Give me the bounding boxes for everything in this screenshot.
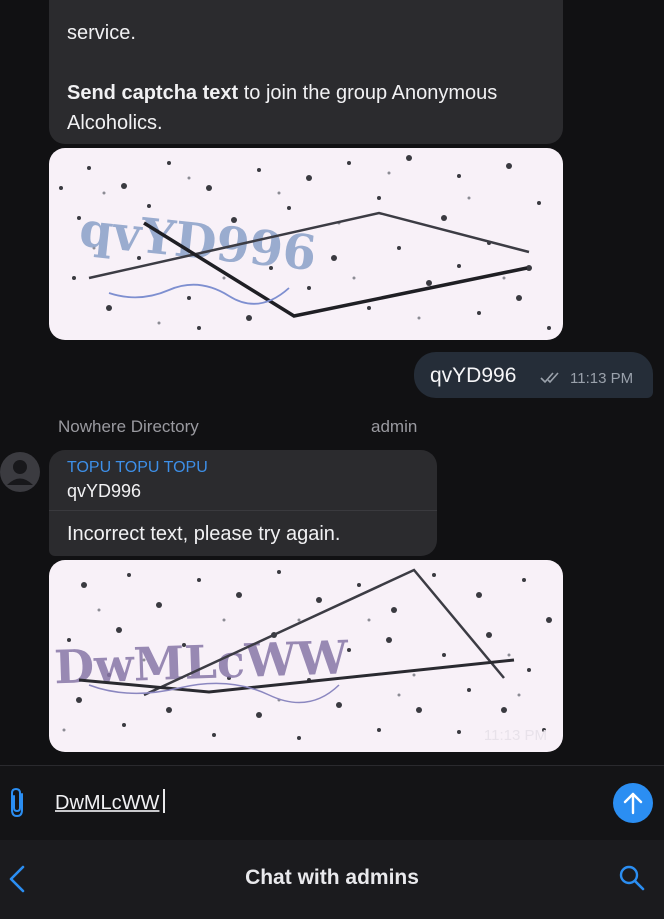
captcha-image[interactable]: DwMLcWW 11:13 PM — [49, 560, 563, 752]
send-button[interactable] — [613, 783, 653, 823]
message-line: Send captcha text to join the group Anon… — [49, 78, 565, 138]
chat-history[interactable]: service. Send captcha text to join the g… — [0, 0, 664, 765]
message-composer — [0, 765, 664, 841]
admin-reply-message[interactable]: TOPU TOPU TOPU qvYD996 Incorrect text, p… — [49, 450, 437, 556]
text-caret — [163, 789, 165, 813]
message-text: Incorrect text, please try again. — [67, 523, 341, 545]
message-input[interactable] — [55, 789, 575, 817]
chat-title: Chat with admins — [245, 866, 419, 889]
quoted-text[interactable]: qvYD996 — [67, 481, 141, 502]
quoted-sender[interactable]: TOPU TOPU TOPU — [67, 459, 208, 477]
message-time: 11:13 PM — [483, 727, 547, 744]
quote-divider — [49, 510, 437, 511]
bold-instruction: Send captcha text — [67, 82, 239, 104]
captcha-image[interactable]: qvYD996 — [49, 148, 563, 340]
paperclip-icon[interactable] — [6, 786, 30, 820]
outgoing-text: qvYD996 — [430, 364, 517, 387]
double-check-icon — [540, 372, 559, 384]
bottom-navigation-bar: Chat with admins — [0, 840, 664, 919]
avatar-icon[interactable] — [0, 452, 40, 492]
sender-name[interactable]: Nowhere Directory — [58, 417, 199, 437]
send-arrow-icon — [623, 792, 643, 815]
captcha-instruction-message: service. Send captcha text to join the g… — [49, 0, 563, 144]
message-line: service. — [67, 22, 136, 44]
captcha-graphic: DwMLcWW — [53, 568, 552, 740]
search-icon[interactable] — [618, 864, 646, 892]
message-time: 11:13 PM — [570, 370, 634, 387]
captcha-graphic: qvYD996 — [59, 155, 551, 330]
captcha-glyphs: qvYD996 — [77, 202, 319, 283]
outgoing-message[interactable]: qvYD996 11:13 PM — [414, 352, 653, 398]
sender-role-badge: admin — [371, 417, 418, 436]
